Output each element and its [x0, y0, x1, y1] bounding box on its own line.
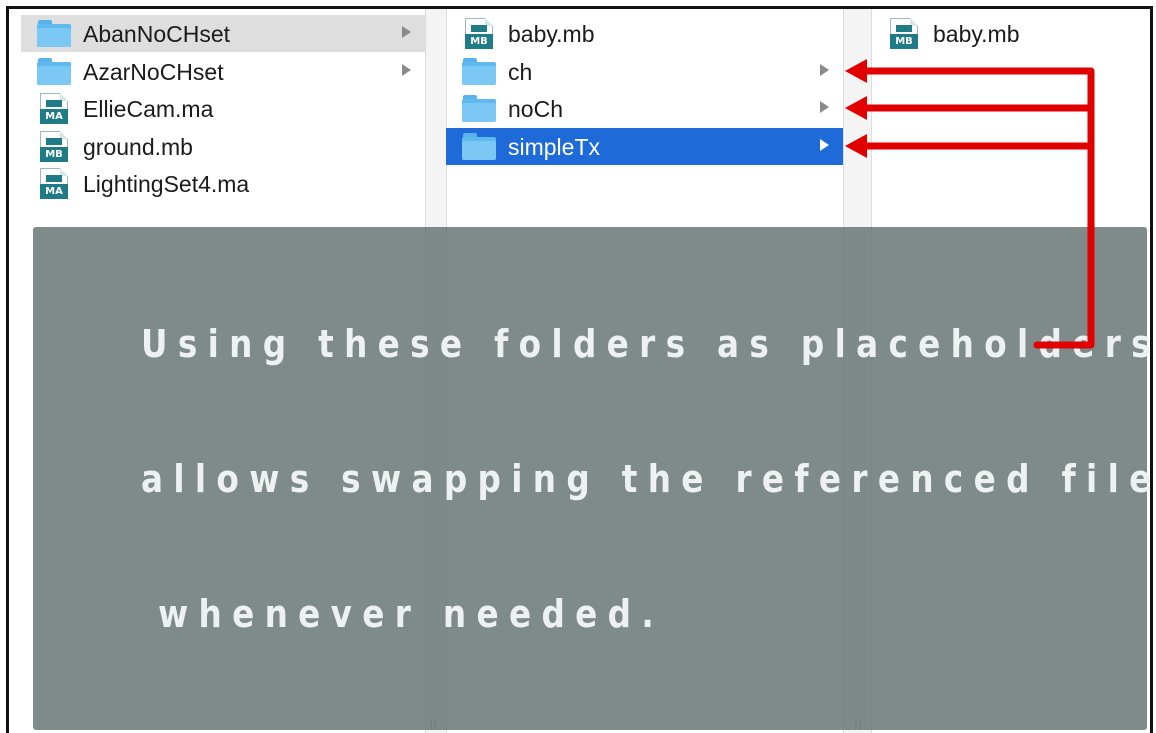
- arrow-line-ch: [863, 67, 1095, 349]
- finder-window: AbanNoCHset AzarNoCHset MA EllieCam.ma MB gro…: [6, 6, 1153, 733]
- arrowhead-noch: [845, 96, 867, 120]
- arrowhead-simpletx: [845, 134, 867, 158]
- callout-arrows: [845, 59, 1095, 349]
- arrowhead-ch: [845, 59, 867, 83]
